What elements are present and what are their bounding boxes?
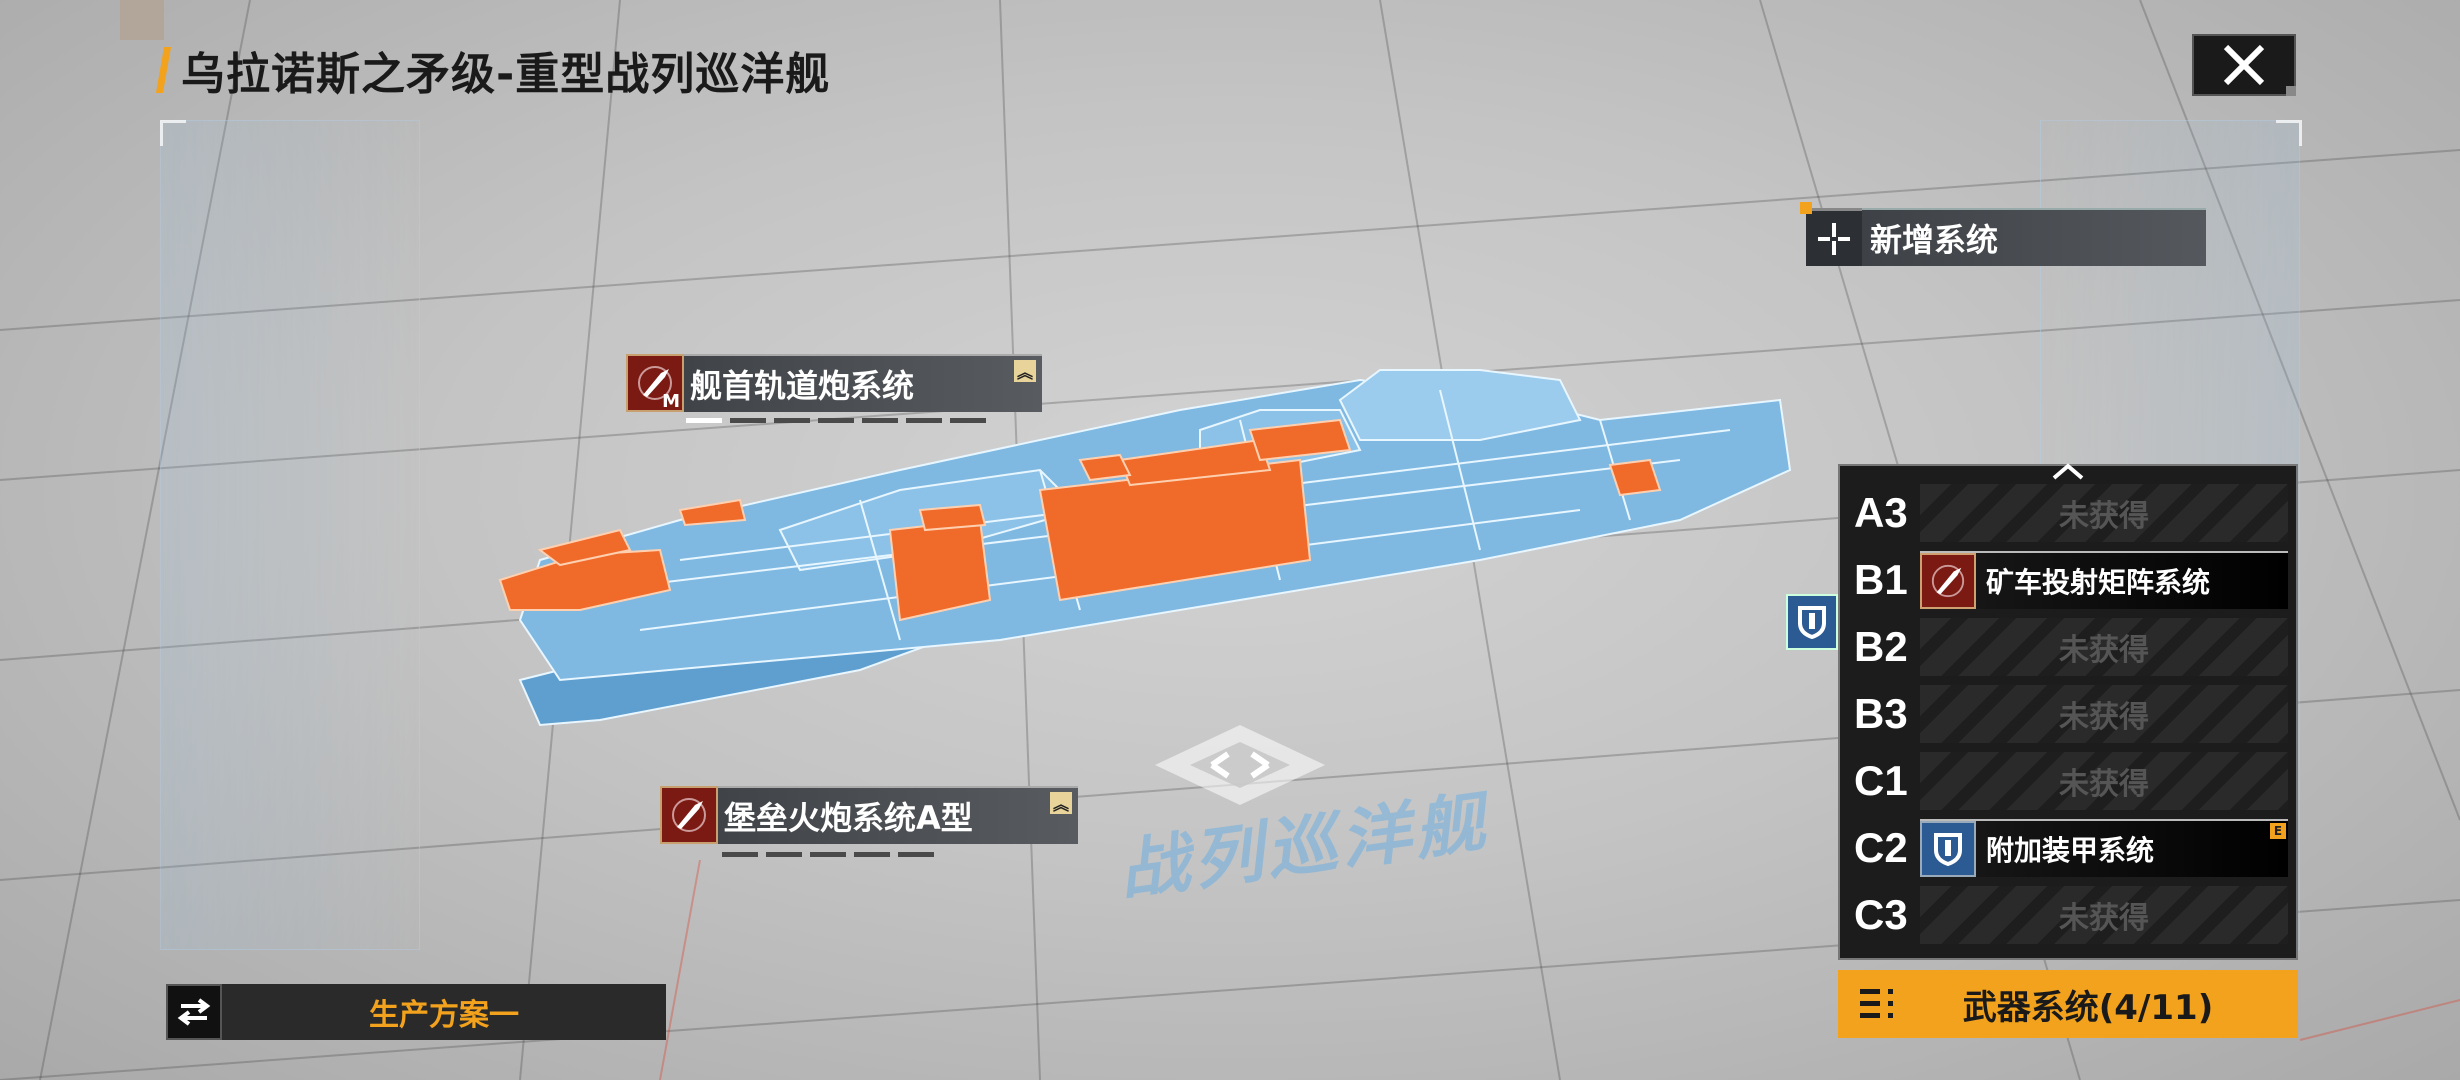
list-menu-icon [1838,986,1918,1022]
slot-a3[interactable]: A3 未获得 [1848,482,2288,544]
slot-b2[interactable]: B2 未获得 [1848,616,2288,678]
frame-corner-tr [2276,120,2302,146]
level-segment [766,852,802,857]
chevron-up-icon[interactable] [2050,462,2086,482]
weapon-slot-list[interactable]: A3 未获得 B1 矿车投射矩阵系统 B2 未获得 B3 未获得 C1 未获得 … [1838,462,2298,960]
missile-icon [660,786,718,844]
slot-status: 未获得 [2059,901,2149,936]
missile-icon [1920,553,1976,609]
slot-c2[interactable]: C2 附加装甲系统 E [1848,817,2288,879]
slot-c3[interactable]: C3 未获得 [1848,884,2288,946]
level-segment [730,418,766,423]
page-title: 乌拉诺斯之矛级-重型战列巡洋舰 [181,49,831,100]
level-segment [906,418,942,423]
level-segment [898,852,934,857]
level-segment [686,418,722,423]
title-bar: 乌拉诺斯之矛级-重型战列巡洋舰 [155,38,831,102]
corner-decoration [120,0,164,40]
ship-tag-level-bar [722,852,934,857]
level-segment [810,852,846,857]
slot-b1[interactable]: B1 矿车投射矩阵系统 [1848,549,2288,611]
ship-tag-label: 堡垒火炮系统A型 ︽ [718,786,1078,844]
ship-tag-bow-railgun[interactable]: M 舰首轨道炮系统 ︽ [626,354,1042,412]
close-button[interactable] [2192,34,2296,96]
slot-b3[interactable]: B3 未获得 [1848,683,2288,745]
weapon-system-label: 武器系统(4/11) [1962,987,2214,1028]
new-system-label: 新增系统 [1862,208,2206,266]
slot-code: B3 [1854,690,1908,737]
production-plan-label: 生产方案一 [222,984,666,1040]
ship-tag-name: 堡垒火炮系统A型 [724,799,973,837]
slot-body: 未获得 [1920,685,2288,743]
close-icon [2223,44,2265,86]
slot-body: 未获得 [1920,886,2288,944]
level-segment [862,418,898,423]
armor-marker-icon[interactable] [1786,594,1838,650]
slot-c1[interactable]: C1 未获得 [1848,750,2288,812]
slot-status: 未获得 [2059,499,2149,534]
chevron-up-icon: ︽ [1014,360,1036,382]
level-segment [950,418,986,423]
ship-tag-label: 舰首轨道炮系统 ︽ [684,354,1042,412]
swap-arrows-icon [166,984,222,1040]
slot-system-name: 附加装甲系统 [1986,834,2155,867]
plus-crosshair-icon [1806,208,1862,266]
ship-tag-name: 舰首轨道炮系统 [690,367,915,405]
slot-status: 未获得 [2059,700,2149,735]
frame-corner-tl [160,120,186,146]
level-segment [722,852,758,857]
ship-tag-fortress-artillery[interactable]: 堡垒火炮系统A型 ︽ [660,786,1078,844]
notification-dot [1800,202,1812,214]
left-hud-panel [160,120,420,950]
chevron-up-icon: ︽ [1050,792,1072,814]
battlecruiser-hologram [498,369,1792,727]
new-system-button[interactable]: 新增系统 [1800,202,2206,266]
slot-body: 矿车投射矩阵系统 [1920,551,2288,609]
slot-code: B1 [1854,556,1908,603]
slot-code: C1 [1854,757,1908,804]
shield-icon [1798,606,1826,639]
weapon-system-button[interactable]: 武器系统(4/11) [1838,970,2298,1038]
slot-code: C2 [1854,824,1908,871]
missile-icon: M [626,354,684,412]
slot-status: 未获得 [2059,633,2149,668]
slot-code: B2 [1854,623,1908,670]
slot-body: 附加装甲系统 E [1920,819,2288,877]
level-segment [818,418,854,423]
tag-badge: M [662,391,680,412]
slot-code: A3 [1854,489,1908,536]
ship-tag-level-bar [686,418,986,423]
level-segment [774,418,810,423]
slot-body: 未获得 [1920,752,2288,810]
tier-badge: E [2270,823,2286,839]
slot-status: 未获得 [2059,767,2149,802]
target-reticle-icon [1155,725,1325,805]
slot-body: 未获得 [1920,618,2288,676]
slot-system-name: 矿车投射矩阵系统 [1986,566,2211,599]
shield-icon [1920,821,1976,877]
level-segment [854,852,890,857]
production-plan-button[interactable]: 生产方案一 [166,984,666,1040]
slot-code: C3 [1854,891,1908,938]
slot-body: 未获得 [1920,484,2288,542]
